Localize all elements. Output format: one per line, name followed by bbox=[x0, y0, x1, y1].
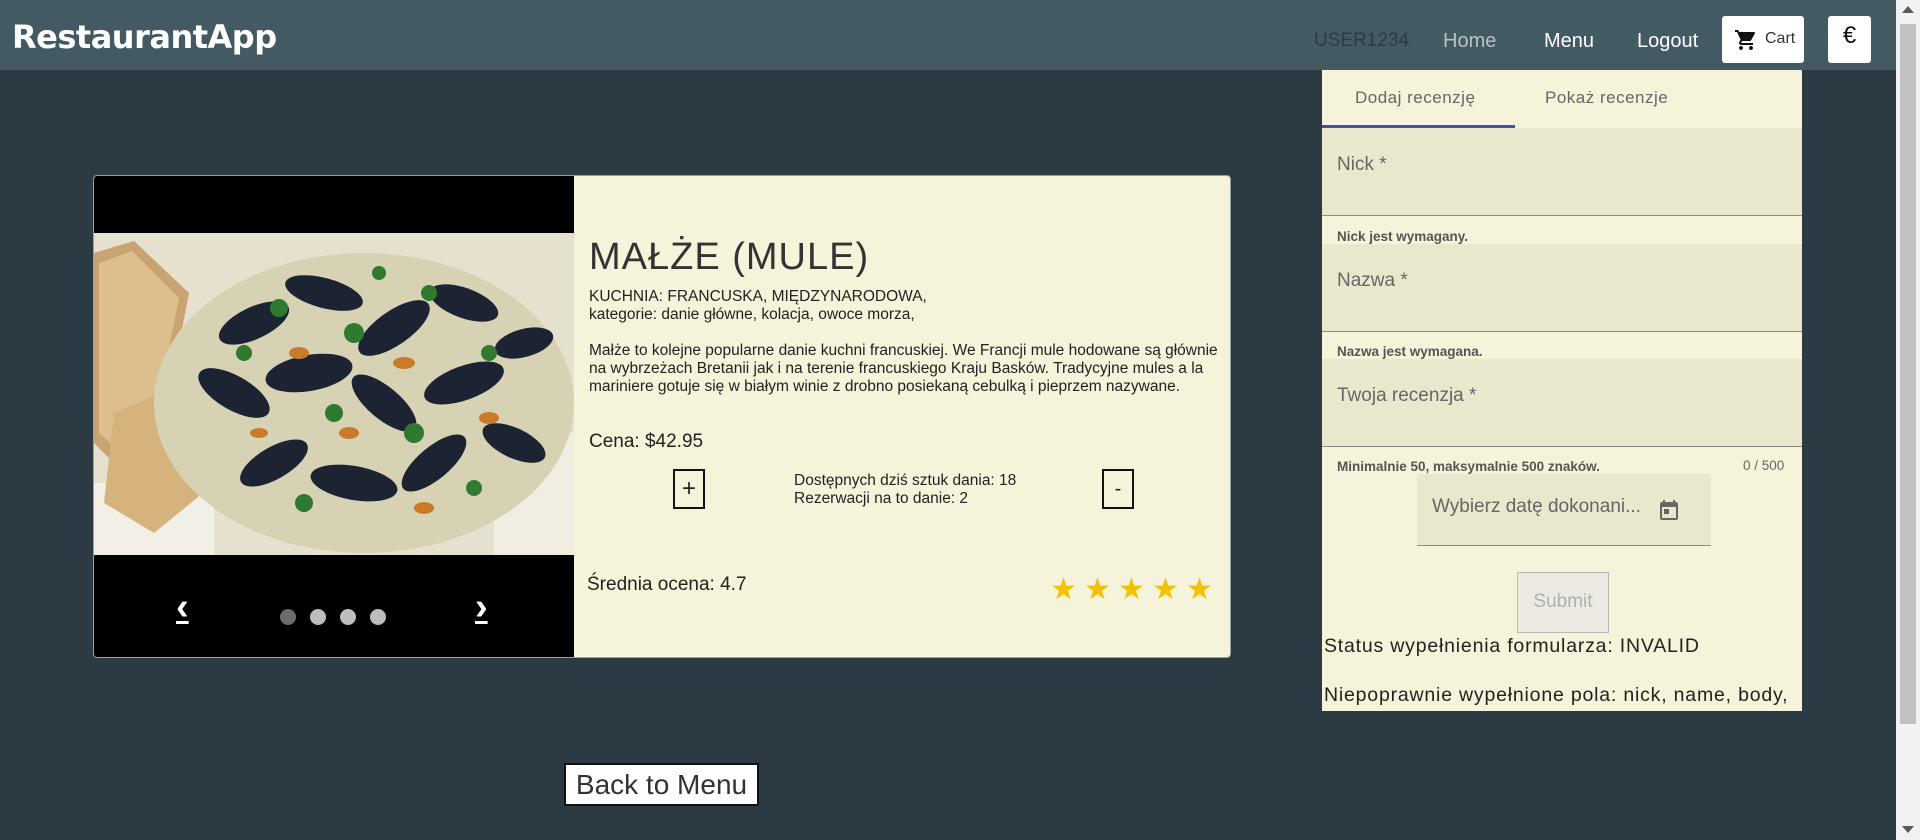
dish-title: MAŁŻE (MULE) bbox=[589, 236, 870, 278]
review-body-label: Twoja recenzja * bbox=[1337, 385, 1477, 406]
review-body-hint: Minimalnie 50, maksymalnie 500 znaków. bbox=[1337, 459, 1600, 474]
character-counter: 0 / 500 bbox=[1743, 458, 1785, 473]
nick-error: Nick jest wymagany. bbox=[1337, 229, 1469, 244]
available-today: Dostępnych dziś sztuk dania: 18 bbox=[794, 472, 1017, 489]
image-carousel: ‹ › bbox=[94, 176, 574, 657]
scroll-down-arrow-icon[interactable] bbox=[1902, 826, 1914, 833]
scrollbar-thumb[interactable] bbox=[1900, 24, 1916, 724]
star-icon[interactable]: ★ bbox=[1118, 572, 1145, 607]
scroll-up-arrow-icon[interactable] bbox=[1902, 6, 1914, 13]
remove-portion-button[interactable]: - bbox=[1102, 469, 1134, 509]
dish-price: Cena: $42.95 bbox=[589, 431, 704, 452]
form-status: Status wypełnienia formularza: INVALID bbox=[1324, 635, 1700, 657]
star-icon[interactable]: ★ bbox=[1050, 572, 1077, 607]
carousel-dot[interactable] bbox=[310, 609, 326, 625]
dish-cuisine: KUCHNIA: FRANCUSKA, MIĘDZYNARODOWA, bbox=[589, 288, 927, 305]
tab-add-review[interactable]: Dodaj recenzję bbox=[1355, 88, 1475, 108]
nick-field[interactable]: Nick * bbox=[1322, 128, 1802, 216]
submit-button[interactable]: Submit bbox=[1517, 572, 1609, 633]
user-name: USER1234 bbox=[1314, 30, 1410, 51]
star-icon[interactable]: ★ bbox=[1084, 572, 1111, 607]
name-error: Nazwa jest wymagana. bbox=[1337, 344, 1483, 359]
nick-label: Nick * bbox=[1337, 154, 1387, 175]
shopping-cart-icon bbox=[1735, 30, 1756, 50]
dish-description: Małże to kolejne popularne danie kuchni … bbox=[589, 342, 1218, 395]
date-placeholder: Wybierz datę dokonani... bbox=[1432, 496, 1641, 517]
review-panel: Dodaj recenzję Pokaż recenzje Nick * Nic… bbox=[1322, 70, 1802, 711]
invalid-fields-list: Niepoprawnie wypełnione pola: nick, name… bbox=[1324, 684, 1789, 706]
dish-photo bbox=[94, 233, 574, 555]
review-body-field[interactable]: Twoja recenzja * bbox=[1322, 359, 1802, 447]
cart-button[interactable]: Cart bbox=[1722, 16, 1804, 63]
name-field[interactable]: Nazwa * bbox=[1322, 244, 1802, 332]
page-scrollbar[interactable] bbox=[1896, 0, 1920, 840]
brand-logo[interactable]: RestaurantApp bbox=[12, 18, 277, 56]
carousel-dot[interactable] bbox=[370, 609, 386, 625]
availability-info: Dostępnych dziś sztuk dania: 18 Rezerwac… bbox=[794, 472, 1016, 508]
carousel-dot[interactable] bbox=[340, 609, 356, 625]
dish-card: ‹ › MAŁŻE (MULE) KUCHNIA: FRANCUSKA, MIĘ… bbox=[93, 175, 1231, 658]
average-rating: Średnia ocena: 4.7 bbox=[587, 574, 747, 595]
add-portion-button[interactable]: + bbox=[673, 469, 705, 509]
calendar-icon[interactable] bbox=[1657, 498, 1681, 522]
currency-button[interactable]: € bbox=[1828, 16, 1871, 63]
carousel-prev-button[interactable]: ‹ bbox=[176, 588, 189, 626]
name-label: Nazwa * bbox=[1337, 270, 1408, 291]
carousel-dot[interactable] bbox=[280, 609, 296, 625]
star-icon[interactable]: ★ bbox=[1152, 572, 1179, 607]
nav-menu-link[interactable]: Menu bbox=[1544, 30, 1594, 53]
top-navbar: RestaurantApp USER1234 Home Menu Logout … bbox=[0, 0, 1896, 70]
dish-categories: kategorie: danie główne, kolacja, owoce … bbox=[589, 306, 915, 323]
star-icon[interactable]: ★ bbox=[1186, 572, 1213, 607]
cart-label: Cart bbox=[1765, 30, 1796, 47]
nav-home-link[interactable]: Home bbox=[1443, 30, 1496, 53]
date-picker-field[interactable]: Wybierz datę dokonani... bbox=[1417, 474, 1711, 546]
tab-show-reviews[interactable]: Pokaż recenzje bbox=[1545, 88, 1668, 108]
dish-meta: KUCHNIA: FRANCUSKA, MIĘDZYNARODOWA, kate… bbox=[589, 288, 927, 324]
back-to-menu-button[interactable]: Back to Menu bbox=[564, 763, 759, 806]
reservations-count: Rezerwacji na to danie: 2 bbox=[794, 490, 969, 507]
carousel-next-button[interactable]: › bbox=[475, 588, 488, 626]
nav-logout-link[interactable]: Logout bbox=[1637, 30, 1698, 53]
